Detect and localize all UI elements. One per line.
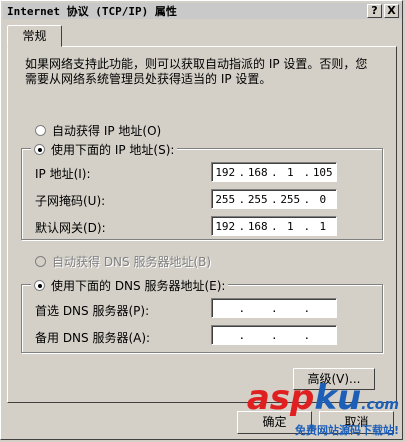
dns-auto-option[interactable]: 自动获得 DNS 服务器地址(B)	[35, 253, 211, 270]
dialog-window: Internet 协议 (TCP/IP) 属性 ? X 常规 如果网络支持此功能…	[0, 0, 403, 440]
mask-octet-1: 255	[215, 192, 236, 206]
dot: .	[303, 328, 311, 342]
gw-octet-1: 192	[215, 219, 236, 233]
mask-octet-3: 255	[280, 192, 301, 206]
ip-auto-label: 自动获得 IP 地址(O)	[52, 124, 162, 138]
description-text: 如果网络支持此功能，则可以获取自动指派的 IP 设置。否则，您需要从网络系统管理…	[25, 57, 368, 86]
preferred-dns-label: 首选 DNS 服务器(P):	[35, 304, 150, 318]
dot: .	[303, 301, 311, 315]
ip-address-label: IP 地址(I):	[35, 167, 91, 181]
dns-manual-option[interactable]: 使用下面的 DNS 服务器地址(E):	[31, 277, 229, 294]
gw-octet-2: 168	[247, 219, 268, 233]
subnet-mask-label: 子网掩码(U):	[35, 194, 106, 208]
alternate-dns-label: 备用 DNS 服务器(A):	[35, 331, 151, 345]
ip-octet-4: 105	[312, 165, 333, 179]
subnet-mask-input[interactable]: 255. 255. 255. 0	[211, 189, 337, 209]
dns-manual-radio[interactable]	[34, 280, 45, 291]
dot: .	[238, 328, 246, 342]
ip-octet-3: 1	[286, 165, 294, 179]
window-title: Internet 协议 (TCP/IP) 属性	[7, 5, 177, 18]
dot: .	[271, 301, 278, 315]
title-bar: Internet 协议 (TCP/IP) 属性 ? X	[3, 3, 402, 19]
watermark-ku: ku	[314, 378, 362, 418]
mask-octet-2: 255	[247, 192, 268, 206]
ip-address-input[interactable]: 192. 168. 1. 105	[211, 162, 337, 182]
preferred-dns-input[interactable]: . . .	[211, 298, 337, 318]
ip-manual-option[interactable]: 使用下面的 IP 地址(S):	[31, 141, 178, 158]
watermark-subtitle: 免费网站源码下载站!	[294, 424, 399, 437]
ip-manual-label: 使用下面的 IP 地址(S):	[51, 143, 175, 157]
ip-auto-radio[interactable]	[35, 125, 46, 136]
ip-octet-2: 168	[247, 165, 268, 179]
ip-auto-option[interactable]: 自动获得 IP 地址(O)	[35, 122, 161, 139]
gw-octet-4: 1	[319, 219, 327, 233]
mask-octet-4: 0	[319, 192, 327, 206]
site-watermark: aspku.com 免费网站源码下载站!	[247, 381, 399, 438]
ip-octet-1: 192	[215, 165, 236, 179]
gateway-label: 默认网关(D):	[35, 221, 106, 235]
gateway-input[interactable]: 192. 168. 1. 1	[211, 216, 337, 236]
dot: .	[238, 301, 246, 315]
gw-octet-3: 1	[286, 219, 294, 233]
ip-manual-radio[interactable]	[34, 144, 45, 155]
help-button[interactable]: ?	[367, 4, 382, 18]
dns-auto-label: 自动获得 DNS 服务器地址(B)	[52, 255, 212, 269]
dot: .	[271, 328, 278, 342]
watermark-suffix: .com	[361, 397, 399, 413]
watermark-logo: aspku.com	[247, 381, 399, 422]
tab-general[interactable]: 常规	[7, 25, 62, 47]
dns-manual-label: 使用下面的 DNS 服务器地址(E):	[51, 279, 226, 293]
watermark-asp: asp	[246, 378, 315, 418]
dns-auto-radio[interactable]	[35, 256, 46, 267]
alternate-dns-input[interactable]: . . .	[211, 325, 337, 345]
close-button[interactable]: X	[384, 4, 399, 18]
